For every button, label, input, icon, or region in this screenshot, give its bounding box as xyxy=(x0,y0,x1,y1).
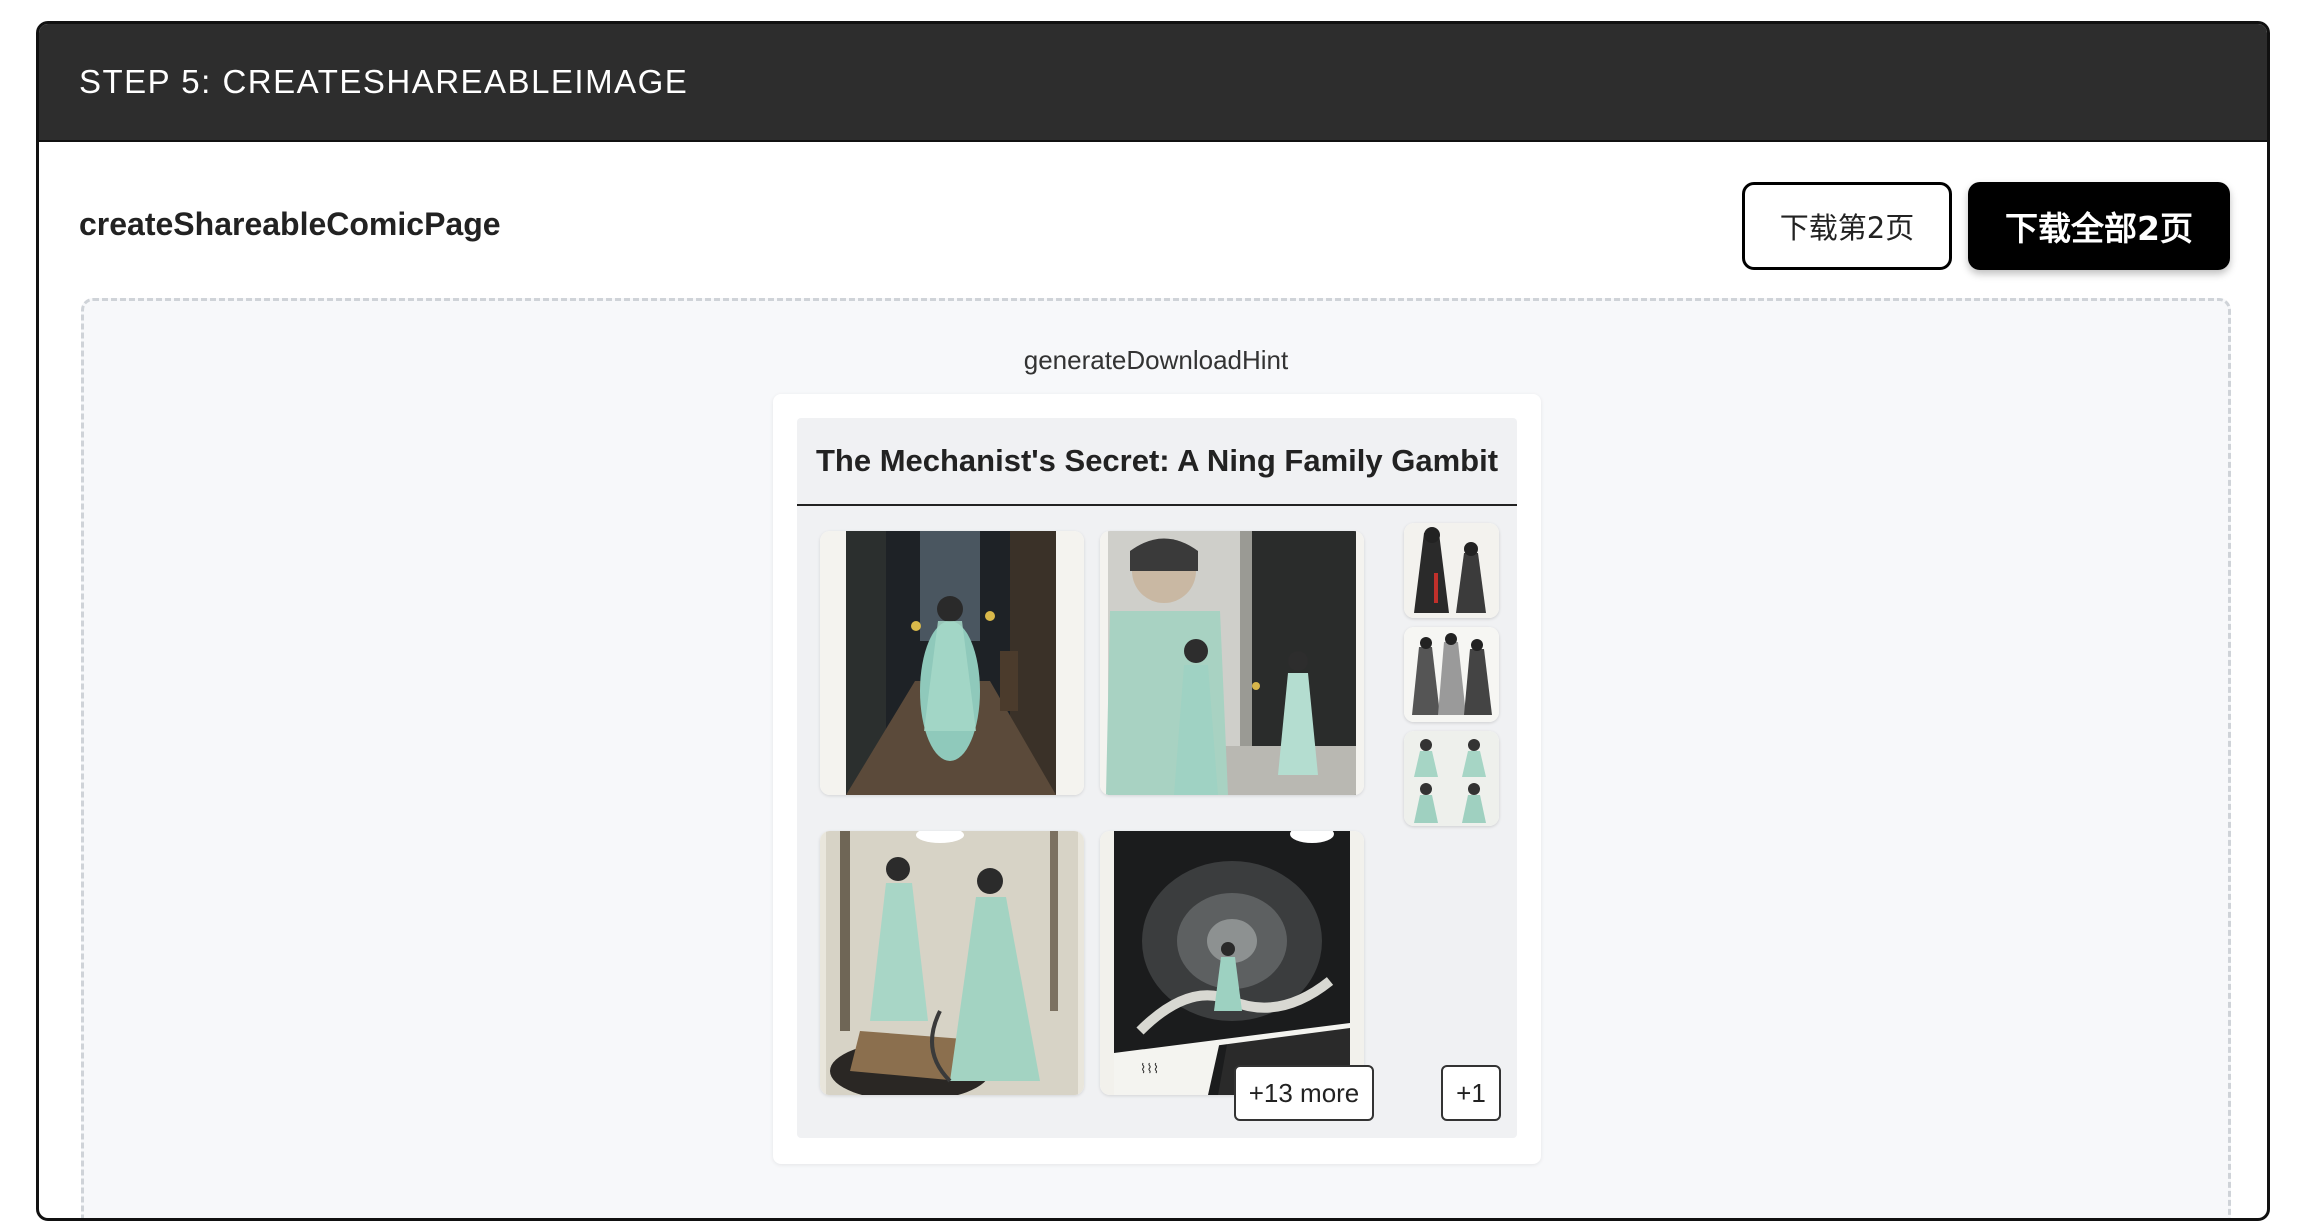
step-title: STEP 5: CREATESHAREABLEIMAGE xyxy=(79,63,689,100)
preview-area: generateDownloadHint The Mechanist's Sec… xyxy=(81,298,2231,1218)
comic-title-bar: The Mechanist's Secret: A Ning Family Ga… xyxy=(797,418,1517,506)
thumbnail-2-illustration xyxy=(1404,627,1499,722)
comic-panel-1[interactable] xyxy=(820,531,1084,795)
comic-panel-4[interactable]: ⌇⌇⌇ xyxy=(1100,831,1364,1095)
panel-3-illustration xyxy=(820,831,1084,1095)
step-panel: STEP 5: CREATESHAREABLEIMAGE createShare… xyxy=(36,21,2270,1221)
component-name: createShareableComicPage xyxy=(79,206,501,242)
thumbnail-1[interactable] xyxy=(1404,523,1499,618)
download-hint: generateDownloadHint xyxy=(1023,345,1289,375)
download-all-button[interactable]: 下载全部2页 xyxy=(1968,182,2230,270)
comic-title: The Mechanist's Secret: A Ning Family Ga… xyxy=(815,443,1499,478)
more-thumbnails-badge: +1 xyxy=(1441,1065,1501,1121)
thumbnail-1-illustration xyxy=(1404,523,1499,618)
download-page-button[interactable]: 下载第2页 xyxy=(1742,182,1952,270)
comic-page: The Mechanist's Secret: A Ning Family Ga… xyxy=(797,418,1517,1138)
panel-1-illustration xyxy=(820,531,1084,795)
comic-page-card: The Mechanist's Secret: A Ning Family Ga… xyxy=(773,394,1541,1164)
thumbnail-3[interactable] xyxy=(1404,731,1499,826)
step-header: STEP 5: CREATESHAREABLEIMAGE xyxy=(39,24,2267,142)
more-panels-badge: +13 more xyxy=(1234,1065,1374,1121)
panel-2-illustration xyxy=(1100,531,1364,795)
panel-4-caption-glyphs: ⌇⌇⌇ xyxy=(1140,1062,1159,1077)
panel-4-illustration: ⌇⌇⌇ xyxy=(1100,831,1364,1095)
thumbnail-2[interactable] xyxy=(1404,627,1499,722)
thumbnail-3-illustration xyxy=(1404,731,1499,826)
comic-panel-2[interactable] xyxy=(1100,531,1364,795)
comic-panel-3[interactable] xyxy=(820,831,1084,1095)
